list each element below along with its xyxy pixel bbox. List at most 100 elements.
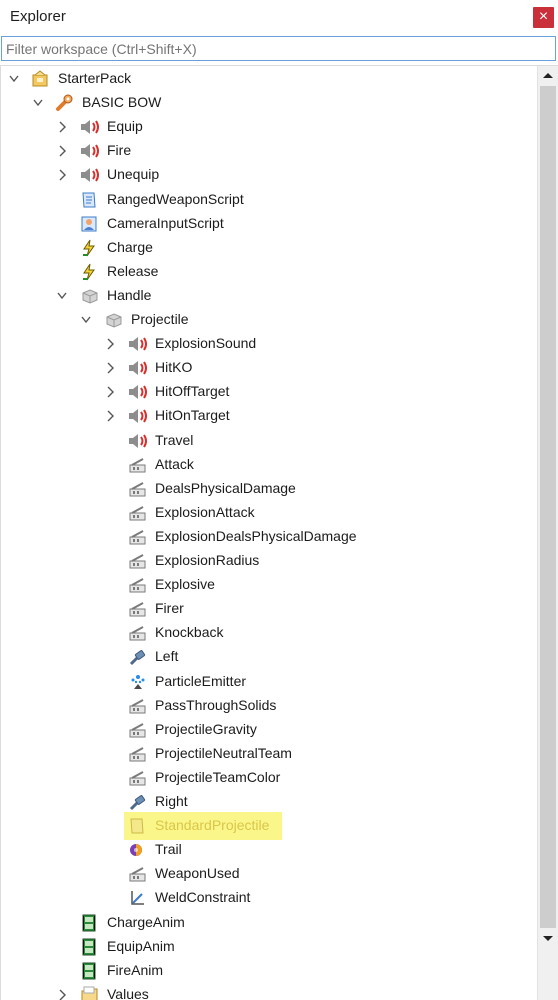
chevron-down-icon[interactable] xyxy=(80,313,92,327)
tree-item-label: Firer xyxy=(155,600,184,617)
bindable-event-icon xyxy=(80,239,98,257)
title-bar: Explorer × xyxy=(0,0,558,34)
scroll-down-button[interactable] xyxy=(538,928,558,948)
tree-row[interactable]: StandardProjectile xyxy=(1,812,537,841)
tree-row[interactable]: Firer xyxy=(1,597,537,621)
tree-row[interactable]: ProjectileNeutralTeam xyxy=(1,742,537,766)
tree-row[interactable]: WeldConstraint xyxy=(1,886,537,910)
tree-row[interactable]: ChargeAnim xyxy=(1,911,537,935)
tree-item-label: Explosive xyxy=(155,576,215,593)
trail-icon xyxy=(128,841,146,859)
sound-icon xyxy=(128,407,147,425)
chevron-right-icon[interactable] xyxy=(56,144,68,158)
chevron-down-icon[interactable] xyxy=(32,96,44,110)
chevron-down-icon[interactable] xyxy=(8,72,20,86)
vertical-scrollbar[interactable] xyxy=(537,66,558,1000)
tree-row[interactable]: ExplosionAttack xyxy=(1,501,537,525)
tree-item-label: Unequip xyxy=(107,166,160,183)
value-icon xyxy=(128,576,146,594)
sound-icon xyxy=(128,359,147,377)
tree-item-label: PassThroughSolids xyxy=(155,696,277,713)
tree-row[interactable]: Travel xyxy=(1,429,537,453)
value-icon xyxy=(128,721,146,739)
tree-row[interactable]: BASIC BOW xyxy=(1,91,537,115)
tree-item-label: BASIC BOW xyxy=(82,94,162,111)
chevron-right-icon[interactable] xyxy=(104,337,116,351)
tree-row[interactable]: PassThroughSolids xyxy=(1,694,537,718)
chevron-right-icon[interactable] xyxy=(104,409,116,423)
animation-icon xyxy=(80,914,98,932)
value-icon xyxy=(128,624,146,642)
tree-row[interactable]: RangedWeaponScript xyxy=(1,188,537,212)
sound-icon xyxy=(80,166,99,184)
tree-row[interactable]: Fire xyxy=(1,139,537,163)
tree-item-label: ExplosionDealsPhysicalDamage xyxy=(155,527,357,544)
scroll-up-button[interactable] xyxy=(538,66,558,86)
tree-item-label: Equip xyxy=(107,118,143,135)
tree-row[interactable]: Release xyxy=(1,260,537,284)
value-icon xyxy=(128,600,146,618)
part-icon xyxy=(104,311,122,329)
tree-row[interactable]: Left xyxy=(1,645,537,669)
tree-item-label: StarterPack xyxy=(58,70,132,86)
tree-row[interactable]: EquipAnim xyxy=(1,935,537,959)
tree-row[interactable]: DealsPhysicalDamage xyxy=(1,477,537,501)
tree-row[interactable]: ExplosionDealsPhysicalDamage xyxy=(1,525,537,549)
tree-item-label: EquipAnim xyxy=(107,937,175,954)
tree-item-label: CameraInputScript xyxy=(107,214,224,231)
tree-row[interactable]: Attack xyxy=(1,453,537,477)
tree-item-label: Knockback xyxy=(155,624,224,641)
tree-row[interactable]: ParticleEmitter xyxy=(1,670,537,694)
chevron-right-icon[interactable] xyxy=(104,361,116,375)
tree-row[interactable]: ExplosionSound xyxy=(1,332,537,356)
part-icon xyxy=(80,287,98,305)
tree-row[interactable]: Values xyxy=(1,983,537,1000)
filter-workspace-input[interactable] xyxy=(1,36,556,61)
tree-item-label: ExplosionAttack xyxy=(155,503,255,520)
value-icon xyxy=(128,552,146,570)
tree-row[interactable]: Charge xyxy=(1,236,537,260)
sound-icon xyxy=(80,118,99,136)
tree-row[interactable]: Trail xyxy=(1,838,537,862)
tree-item-label: ExplosionSound xyxy=(155,335,257,352)
tree-item-label: Attack xyxy=(155,455,194,472)
sound-icon xyxy=(128,432,147,450)
value-icon xyxy=(128,480,146,498)
tree-item-label: Fire xyxy=(107,142,132,159)
tree-row[interactable]: ProjectileGravity xyxy=(1,718,537,742)
tree-row[interactable]: FireAnim xyxy=(1,959,537,983)
tree-item-label: Left xyxy=(155,648,179,665)
arrow-down-icon xyxy=(543,936,553,941)
tree-row[interactable]: Projectile xyxy=(1,308,537,332)
tree-row[interactable]: ExplosionRadius xyxy=(1,549,537,573)
scroll-thumb[interactable] xyxy=(540,86,556,928)
tree-row[interactable]: Explosive xyxy=(1,573,537,597)
chevron-right-icon[interactable] xyxy=(56,120,68,134)
window-title: Explorer xyxy=(10,8,66,25)
tree-row[interactable]: HitKO xyxy=(1,356,537,380)
attachment-icon xyxy=(128,793,146,811)
close-button[interactable]: × xyxy=(533,7,554,28)
chevron-right-icon[interactable] xyxy=(104,385,116,399)
tree-item-label: RangedWeaponScript xyxy=(107,190,244,207)
tree-item-label: ParticleEmitter xyxy=(155,672,247,689)
tree-row[interactable]: Knockback xyxy=(1,621,537,645)
tree-row[interactable]: ProjectileTeamColor xyxy=(1,766,537,790)
tree-row[interactable]: CameraInputScript xyxy=(1,212,537,236)
tree-row[interactable]: Right xyxy=(1,790,537,814)
chevron-down-icon[interactable] xyxy=(56,289,68,303)
tree-row[interactable]: StarterPack xyxy=(1,67,537,91)
value-icon xyxy=(128,865,146,883)
tree-item-label: StandardProjectile xyxy=(155,817,270,834)
tree-item-label: WeldConstraint xyxy=(155,889,251,906)
tool-icon xyxy=(55,94,73,112)
tree-row[interactable]: Equip xyxy=(1,115,537,139)
tree-row[interactable]: Unequip xyxy=(1,163,537,187)
animation-icon xyxy=(80,938,98,956)
tree-row[interactable]: WeaponUsed xyxy=(1,862,537,886)
tree-row[interactable]: HitOffTarget xyxy=(1,380,537,404)
chevron-right-icon[interactable] xyxy=(56,988,68,1000)
tree-row[interactable]: HitOnTarget xyxy=(1,404,537,428)
tree-row[interactable]: Handle xyxy=(1,284,537,308)
chevron-right-icon[interactable] xyxy=(56,168,68,182)
